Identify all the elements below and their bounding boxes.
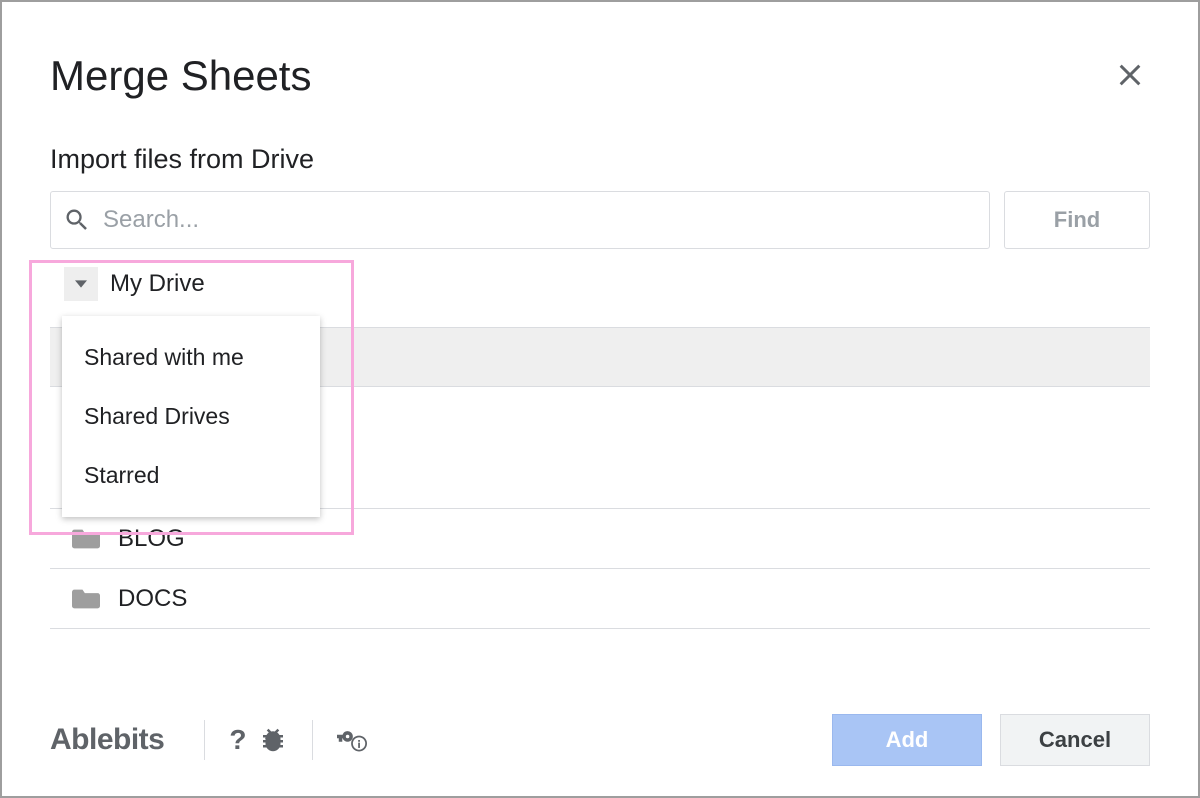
close-button[interactable] xyxy=(1110,56,1150,96)
folder-icon xyxy=(72,527,100,551)
search-input[interactable] xyxy=(91,206,977,234)
find-button[interactable]: Find xyxy=(1004,191,1150,249)
location-dropdown-toggle[interactable] xyxy=(64,267,98,301)
search-box[interactable] xyxy=(50,191,990,249)
search-icon xyxy=(63,206,91,234)
chevron-down-icon xyxy=(75,278,87,290)
info-button[interactable] xyxy=(331,725,373,755)
dropdown-item-starred[interactable]: Starred xyxy=(62,446,320,505)
dialog-title: Merge Sheets xyxy=(50,52,311,100)
location-current[interactable]: My Drive xyxy=(110,270,205,298)
dropdown-item-shared-drives[interactable]: Shared Drives xyxy=(62,387,320,446)
file-row[interactable]: BLOG xyxy=(50,509,1150,569)
dialog-subtitle: Import files from Drive xyxy=(50,144,1150,175)
location-dropdown-menu[interactable]: Shared with me Shared Drives Starred xyxy=(62,316,320,517)
dropdown-item-shared-with-me[interactable]: Shared with me xyxy=(62,328,320,387)
bug-icon xyxy=(258,725,288,755)
cancel-button[interactable]: Cancel xyxy=(1000,714,1150,766)
file-row[interactable]: DOCS xyxy=(50,569,1150,629)
bug-button[interactable] xyxy=(252,725,294,755)
file-name: BLOG xyxy=(118,525,185,553)
help-button[interactable]: ? xyxy=(223,724,252,756)
file-name: DOCS xyxy=(118,585,187,613)
key-info-icon xyxy=(337,725,367,755)
folder-icon xyxy=(72,587,100,611)
close-icon xyxy=(1116,61,1144,89)
add-button[interactable]: Add xyxy=(832,714,982,766)
brand-logo: Ablebits xyxy=(50,723,186,757)
